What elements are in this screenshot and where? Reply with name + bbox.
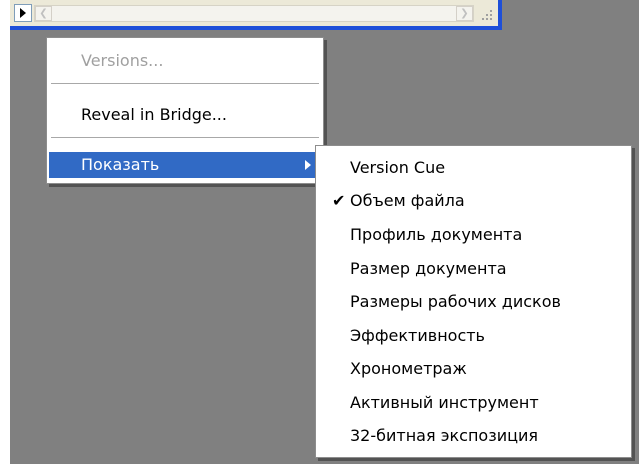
menu-item-reveal-in-bridge[interactable]: Reveal in Bridge... — [49, 102, 321, 128]
status-menu-button[interactable] — [14, 4, 32, 22]
submenu-item-label: Version Cue — [350, 158, 446, 177]
submenu-item-scratch-sizes[interactable]: Размеры рабочих дисков — [318, 289, 629, 315]
menu-item-show[interactable]: Показать — [49, 152, 321, 178]
horizontal-scrollbar[interactable]: ❮ ❯ — [34, 5, 474, 22]
submenu-item-label: 32-битная экспозиция — [350, 426, 539, 445]
status-popup-menu: Versions... Reveal in Bridge... Показать — [46, 37, 324, 184]
submenu-item-label: Профиль документа — [350, 225, 523, 244]
scroll-right-button[interactable]: ❯ — [456, 6, 473, 21]
scroll-left-button[interactable]: ❮ — [35, 6, 52, 21]
menu-separator — [51, 137, 319, 138]
submenu-item-current-tool[interactable]: Активный инструмент — [318, 390, 629, 416]
submenu-item-timing[interactable]: Хронометраж — [318, 356, 629, 382]
chevron-left-icon: ❮ — [39, 8, 48, 19]
submenu-item-label: Активный инструмент — [350, 393, 539, 412]
resize-grip-icon[interactable] — [480, 10, 494, 24]
submenu-item-label: Эффективность — [350, 326, 485, 345]
submenu-item-efficiency[interactable]: Эффективность — [318, 323, 629, 349]
menu-separator — [51, 83, 319, 84]
submenu-item-label: Объем файла — [350, 191, 465, 210]
submenu-item-document-size[interactable]: Размер документа — [318, 256, 629, 282]
submenu-item-label: Размер документа — [350, 259, 507, 278]
menu-item-label: Показать — [81, 155, 160, 174]
menu-item-label: Reveal in Bridge... — [81, 105, 227, 124]
checkmark-icon: ✔ — [332, 191, 346, 210]
triangle-right-icon — [20, 8, 26, 18]
submenu-item-document-profile[interactable]: Профиль документа — [318, 222, 629, 248]
menu-item-versions: Versions... — [49, 48, 321, 74]
submenu-item-32bit-exposure[interactable]: 32-битная экспозиция — [318, 423, 629, 449]
submenu-item-version-cue[interactable]: Version Cue — [318, 155, 629, 181]
chevron-right-icon: ❯ — [460, 8, 469, 19]
status-bar: ❮ ❯ — [10, 0, 502, 30]
status-bar-inner: ❮ ❯ — [10, 0, 498, 26]
submenu-item-label: Размеры рабочих дисков — [350, 292, 561, 311]
menu-item-label: Versions... — [81, 51, 164, 70]
submenu-item-label: Хронометраж — [350, 359, 467, 378]
submenu-item-file-size[interactable]: ✔ Объем файла — [318, 188, 629, 214]
show-submenu: Version Cue ✔ Объем файла Профиль докуме… — [315, 145, 632, 458]
submenu-arrow-icon — [305, 160, 311, 170]
